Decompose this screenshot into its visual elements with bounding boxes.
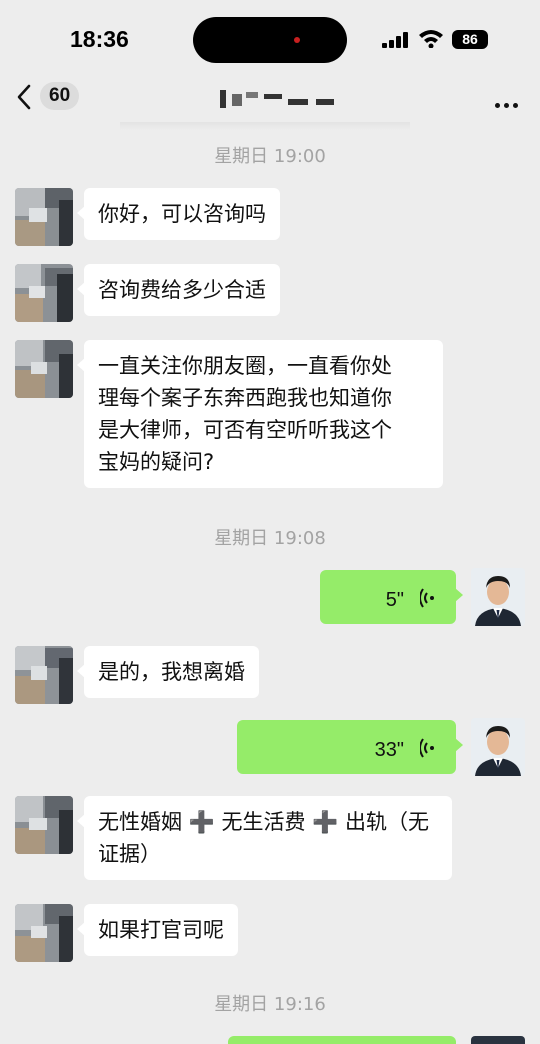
contact-avatar[interactable] — [15, 340, 73, 398]
message-text-line: 证据） — [98, 842, 161, 866]
message-bubble[interactable]: 如果打官司呢 — [77, 904, 238, 956]
message-text-line: 是大律师，可否有空听听我这个 — [98, 418, 392, 442]
contact-avatar[interactable] — [15, 904, 73, 962]
message-text: 如果打官司呢 — [98, 918, 224, 942]
contact-avatar[interactable] — [15, 264, 73, 322]
status-bar: 18:36 86 — [0, 0, 540, 76]
more-dots-icon[interactable] — [491, 93, 518, 112]
message-text: 咨询费给多少合适 — [98, 278, 266, 302]
message-text-line: 宝妈的疑问? — [98, 450, 215, 474]
voice-message-bubble[interactable]: 33" — [237, 720, 463, 774]
message-bubble[interactable]: 无性婚姻 ➕ 无生活费 ➕ 出轨（无 证据） — [77, 796, 452, 880]
recording-indicator-icon — [294, 37, 300, 43]
contact-avatar[interactable] — [15, 646, 73, 704]
status-time: 18:36 — [70, 26, 129, 52]
chevron-left-icon[interactable] — [16, 84, 32, 110]
header-divider — [120, 122, 410, 130]
chat-timestamp: 星期日 19:08 — [214, 528, 326, 549]
voice-duration: 5" — [385, 589, 404, 611]
chat-timestamp: 星期日 19:16 — [214, 994, 326, 1015]
message-text: 你好，可以咨询吗 — [98, 202, 266, 226]
voice-wave-icon — [420, 738, 434, 758]
voice-duration: 33" — [374, 739, 404, 761]
wifi-icon — [419, 30, 443, 48]
contact-avatar[interactable] — [15, 188, 73, 246]
message-bubble[interactable]: 你好，可以咨询吗 — [77, 188, 280, 240]
my-avatar-partial[interactable] — [471, 1036, 525, 1044]
unread-count-badge[interactable]: 60 — [40, 82, 80, 110]
my-avatar[interactable] — [471, 568, 525, 626]
voice-wave-icon — [420, 588, 434, 608]
message-bubble[interactable]: 是的，我想离婚 — [77, 646, 259, 698]
message-text-line: 理每个案子东奔西跑我也知道你 — [98, 386, 392, 410]
message-bubble[interactable]: 一直关注你朋友圈，一直看你处 理每个案子东奔西跑我也知道你 是大律师，可否有空听… — [77, 340, 443, 488]
battery-indicator: 86 — [452, 30, 488, 49]
message-text: 是的，我想离婚 — [98, 660, 245, 684]
voice-message-bubble-partial[interactable] — [228, 1036, 456, 1044]
dynamic-island — [193, 17, 347, 63]
message-text-line: 无性婚姻 ➕ 无生活费 ➕ 出轨（无 — [98, 810, 429, 834]
voice-message-bubble[interactable]: 5" — [320, 570, 463, 624]
contact-name-redacted — [220, 88, 340, 110]
contact-avatar[interactable] — [15, 796, 73, 854]
chat-header: 60 — [0, 76, 540, 122]
cellular-signal-icon — [382, 32, 408, 48]
chat-timestamp: 星期日 19:00 — [214, 146, 326, 167]
message-bubble[interactable]: 咨询费给多少合适 — [77, 264, 280, 316]
my-avatar[interactable] — [471, 718, 525, 776]
message-text-line: 一直关注你朋友圈，一直看你处 — [98, 354, 392, 378]
